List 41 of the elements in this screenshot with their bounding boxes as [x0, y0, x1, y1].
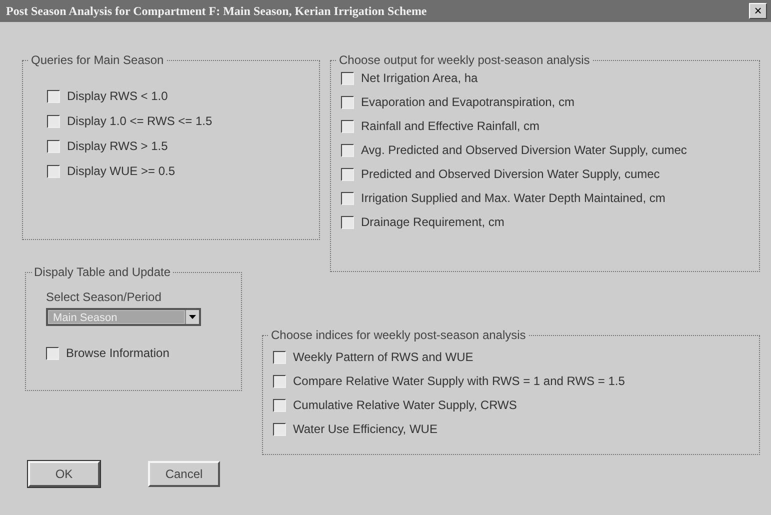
checkbox[interactable]: [47, 90, 60, 102]
window-title: Post Season Analysis for Compartment F: Main Season, Kerian Irrigation Scheme: [6, 4, 427, 18]
checkbox-label[interactable]: Cumulative Relative Water Supply, CRWS: [293, 398, 517, 412]
checkbox[interactable]: [341, 168, 354, 180]
checkbox-label[interactable]: Weekly Pattern of RWS and WUE: [293, 350, 474, 364]
checkbox-label[interactable]: Net Irrigation Area, ha: [361, 71, 478, 85]
checkbox[interactable]: [47, 164, 60, 178]
group-title: Choose indices for weekly post-season analysis: [269, 328, 528, 342]
ok-button[interactable]: OK: [28, 461, 100, 487]
checkbox[interactable]: [273, 422, 286, 436]
checkbox-label[interactable]: Avg. Predicted and Observed Diversion Water Supply, cumec: [361, 143, 687, 157]
checkbox-label[interactable]: Evaporation and Evapotranspiration, cm: [361, 95, 574, 109]
group-title: Queries for Main Season: [29, 53, 166, 67]
checkbox-label[interactable]: Rainfall and Effective Rainfall, cm: [361, 119, 540, 133]
group-title: Dispaly Table and Update: [32, 265, 173, 279]
checkbox[interactable]: [341, 192, 354, 204]
group-title: Choose output for weekly post-season analysis: [337, 53, 592, 67]
checkbox[interactable]: [341, 72, 354, 84]
checkbox[interactable]: [341, 120, 354, 132]
checkbox[interactable]: [341, 96, 354, 108]
checkbox[interactable]: [273, 398, 286, 412]
checkbox[interactable]: [341, 144, 354, 156]
checkbox-label[interactable]: Compare Relative Water Supply with RWS = 1 and RWS = 1.5: [293, 374, 625, 388]
checkbox-label[interactable]: Drainage Requirement, cm: [361, 215, 504, 229]
checkbox[interactable]: [46, 346, 59, 360]
checkbox-label[interactable]: Display WUE >= 0.5: [67, 164, 176, 178]
checkbox-label[interactable]: Predicted and Observed Diversion Water Supply, cumec: [361, 167, 660, 181]
checkbox[interactable]: [273, 350, 286, 364]
checkbox-label[interactable]: Water Use Efficiency, WUE: [293, 422, 438, 436]
checkbox[interactable]: [47, 140, 60, 152]
checkbox-label[interactable]: Irrigation Supplied and Max. Water Depth Maintained, cm: [361, 191, 666, 205]
checkbox-label[interactable]: Browse Information: [66, 346, 170, 360]
checkbox[interactable]: [47, 114, 60, 128]
checkbox-label[interactable]: Display RWS > 1.5: [67, 139, 168, 153]
field-label: Select Season/Period: [46, 290, 162, 304]
checkbox[interactable]: [273, 374, 286, 388]
checkbox-label[interactable]: Display 1.0 <= RWS <= 1.5: [67, 114, 212, 128]
checkbox[interactable]: [341, 216, 354, 228]
close-button[interactable]: ×: [749, 3, 767, 19]
cancel-button[interactable]: Cancel: [148, 461, 220, 487]
checkbox-label[interactable]: Display RWS < 1.0: [67, 89, 168, 103]
